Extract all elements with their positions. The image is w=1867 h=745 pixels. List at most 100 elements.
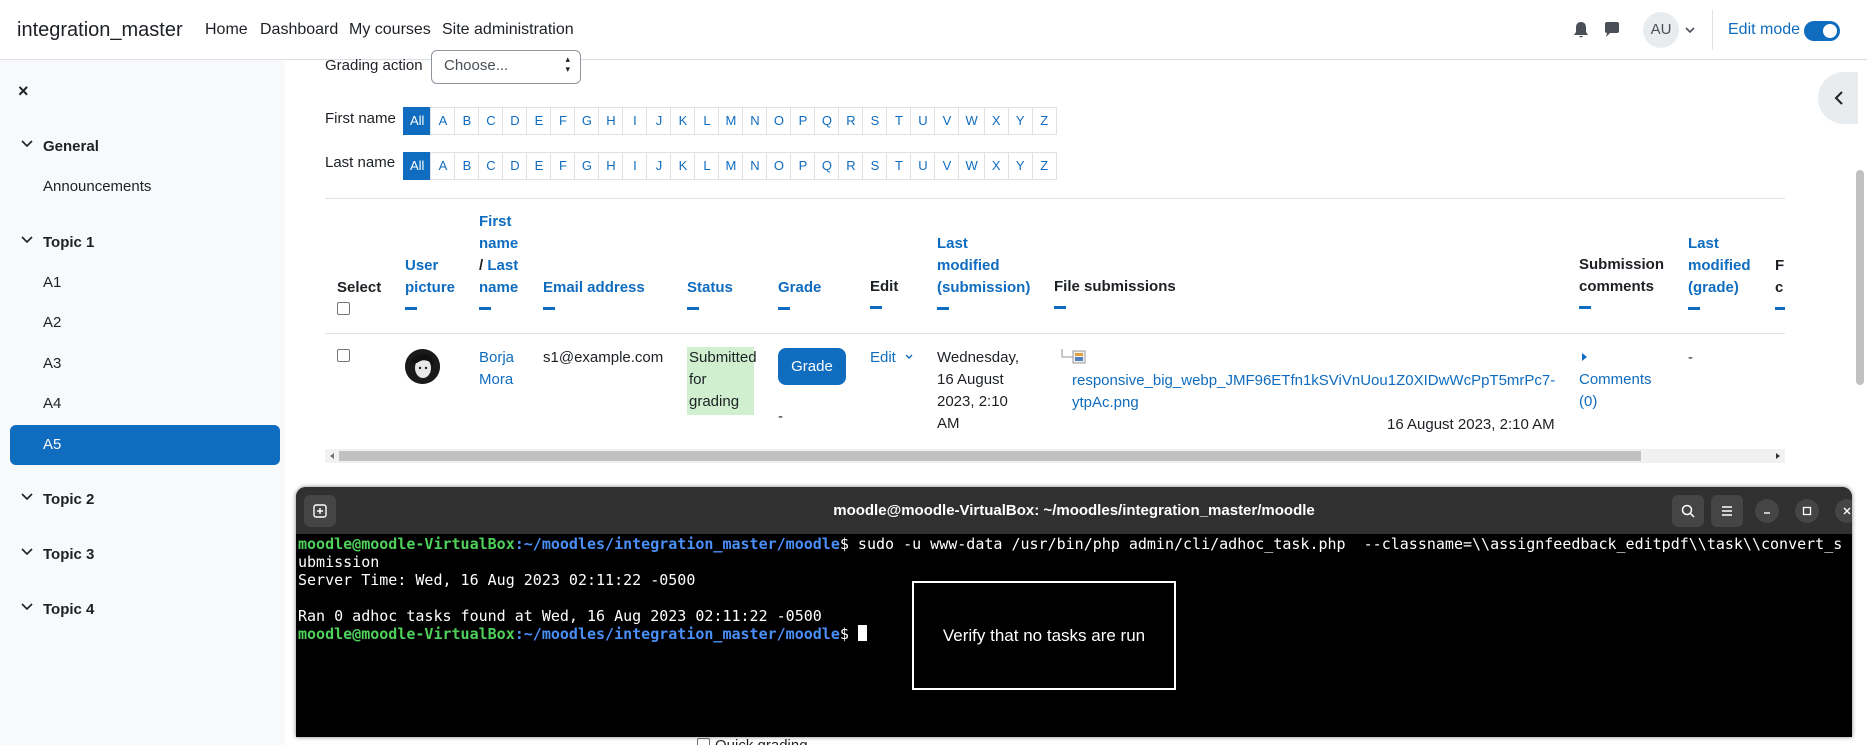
last-name-letter-a[interactable]: A — [430, 152, 456, 180]
first-name-letter-n[interactable]: N — [742, 107, 768, 135]
first-name-letter-w[interactable]: W — [958, 107, 985, 135]
section-topic-1[interactable]: Topic 1 — [20, 233, 94, 251]
header-status[interactable]: Status — [687, 277, 733, 310]
last-name-letter-g[interactable]: G — [574, 152, 600, 180]
drawer-item-announcements[interactable]: Announcements — [43, 178, 151, 195]
first-name-letter-b[interactable]: B — [454, 107, 480, 135]
first-name-letter-d[interactable]: D — [502, 107, 528, 135]
terminal-search-button[interactable] — [1672, 495, 1704, 527]
header-last-modified-submission[interactable]: Last modified (submission) — [937, 233, 1030, 310]
first-name-letter-m[interactable]: M — [718, 107, 744, 135]
first-name-letter-a[interactable]: A — [430, 107, 456, 135]
last-name-letter-all[interactable]: All — [403, 152, 432, 180]
last-name-letter-r[interactable]: R — [838, 152, 864, 180]
file-name[interactable]: responsive_big_webp_JMF96ETfn1kSViVnUou1… — [1072, 372, 1555, 389]
first-name-letter-h[interactable]: H — [598, 107, 624, 135]
first-name-letter-f[interactable]: F — [550, 107, 576, 135]
chevron-down-icon[interactable] — [1684, 24, 1696, 36]
last-name-letter-m[interactable]: M — [718, 152, 744, 180]
comments-toggle[interactable]: Comments (0) — [1579, 347, 1652, 413]
last-name-letter-y[interactable]: Y — [1007, 152, 1033, 180]
first-name-letter-s[interactable]: S — [862, 107, 888, 135]
drawer-item-a1[interactable]: A1 — [43, 274, 61, 291]
close-button[interactable] — [1835, 499, 1852, 523]
nav-my-courses[interactable]: My courses — [349, 21, 431, 39]
first-name-letter-x[interactable]: X — [983, 107, 1009, 135]
header-grade[interactable]: Grade — [778, 277, 821, 310]
last-name-letter-t[interactable]: T — [886, 152, 912, 180]
header-last-modified-grade[interactable]: Last modified (grade) — [1688, 233, 1751, 310]
first-name-letter-i[interactable]: I — [622, 107, 648, 135]
first-name-letter-o[interactable]: O — [766, 107, 792, 135]
table-horizontal-scrollbar[interactable] — [325, 449, 1785, 463]
last-name-letter-o[interactable]: O — [766, 152, 792, 180]
chat-icon[interactable] — [1602, 20, 1622, 40]
last-name-letter-z[interactable]: Z — [1031, 152, 1057, 180]
drawer-item-a2[interactable]: A2 — [43, 314, 61, 331]
last-name-letter-b[interactable]: B — [454, 152, 480, 180]
terminal-menu-button[interactable] — [1711, 495, 1743, 527]
header-user-picture[interactable]: User picture — [405, 255, 455, 310]
last-name-letter-i[interactable]: I — [622, 152, 648, 180]
nav-home[interactable]: Home — [205, 21, 248, 39]
last-name-letter-j[interactable]: J — [646, 152, 672, 180]
site-brand[interactable]: integration_master — [17, 19, 183, 42]
section-topic-3[interactable]: Topic 3 — [20, 545, 94, 563]
drawer-item-a3[interactable]: A3 — [43, 355, 61, 372]
drawer-item-a4[interactable]: A4 — [43, 395, 61, 412]
last-name-letter-u[interactable]: U — [910, 152, 936, 180]
row-select-checkbox[interactable] — [337, 349, 350, 362]
edit-mode-toggle[interactable] — [1804, 21, 1840, 41]
first-name-letter-t[interactable]: T — [886, 107, 912, 135]
last-name-letter-w[interactable]: W — [958, 152, 985, 180]
close-drawer-icon[interactable]: × — [18, 81, 29, 102]
first-name-letter-y[interactable]: Y — [1007, 107, 1033, 135]
last-name-letter-s[interactable]: S — [862, 152, 888, 180]
user-avatar[interactable]: AU — [1643, 12, 1679, 48]
last-name-letter-f[interactable]: F — [550, 152, 576, 180]
last-name-letter-d[interactable]: D — [502, 152, 528, 180]
last-name-letter-c[interactable]: C — [478, 152, 504, 180]
first-name-letter-c[interactable]: C — [478, 107, 504, 135]
bell-icon[interactable] — [1571, 20, 1591, 40]
grade-button[interactable]: Grade — [778, 348, 846, 385]
comments-count[interactable]: (0) — [1579, 393, 1597, 410]
comments-link[interactable]: Comments — [1579, 371, 1652, 388]
last-name-letter-q[interactable]: Q — [814, 152, 840, 180]
file-name[interactable]: ytpAc.png — [1072, 394, 1139, 411]
first-name-letter-z[interactable]: Z — [1031, 107, 1057, 135]
edit-menu[interactable]: Edit — [870, 347, 914, 369]
first-name-letter-q[interactable]: Q — [814, 107, 840, 135]
first-name-letter-j[interactable]: J — [646, 107, 672, 135]
header-email[interactable]: Email address — [543, 277, 645, 310]
first-name-letter-k[interactable]: K — [670, 107, 696, 135]
section-topic-2[interactable]: Topic 2 — [20, 490, 94, 508]
last-name-letter-e[interactable]: E — [526, 152, 552, 180]
quick-grading-checkbox[interactable] — [697, 738, 710, 745]
first-name-letter-l[interactable]: L — [694, 107, 720, 135]
last-name-letter-x[interactable]: X — [983, 152, 1009, 180]
avatar[interactable] — [405, 349, 440, 384]
scroll-left-icon[interactable] — [328, 452, 336, 460]
nav-site-administration[interactable]: Site administration — [442, 21, 574, 39]
nav-dashboard[interactable]: Dashboard — [260, 21, 338, 39]
last-name-letter-l[interactable]: L — [694, 152, 720, 180]
first-name-letter-r[interactable]: R — [838, 107, 864, 135]
first-name-letter-v[interactable]: V — [934, 107, 960, 135]
grading-action-select[interactable]: Choose... — [431, 50, 581, 84]
scroll-right-icon[interactable] — [1774, 452, 1782, 460]
edit-link[interactable]: Edit — [870, 349, 896, 366]
quick-grading-label[interactable]: Quick grading — [697, 737, 808, 745]
first-name-letter-u[interactable]: U — [910, 107, 936, 135]
drawer-item-a5-active[interactable]: A5 — [10, 425, 280, 465]
select-all-checkbox[interactable] — [337, 302, 350, 315]
minimize-button[interactable] — [1755, 499, 1779, 523]
last-name-link[interactable]: Mora — [479, 371, 513, 388]
maximize-button[interactable] — [1795, 499, 1819, 523]
first-name-link[interactable]: Borja — [479, 349, 514, 366]
scroll-thumb[interactable] — [339, 451, 1641, 461]
section-general[interactable]: General — [20, 137, 99, 155]
first-name-letter-g[interactable]: G — [574, 107, 600, 135]
last-name-letter-k[interactable]: K — [670, 152, 696, 180]
header-first-last-name[interactable]: First name / Last name — [479, 211, 518, 310]
